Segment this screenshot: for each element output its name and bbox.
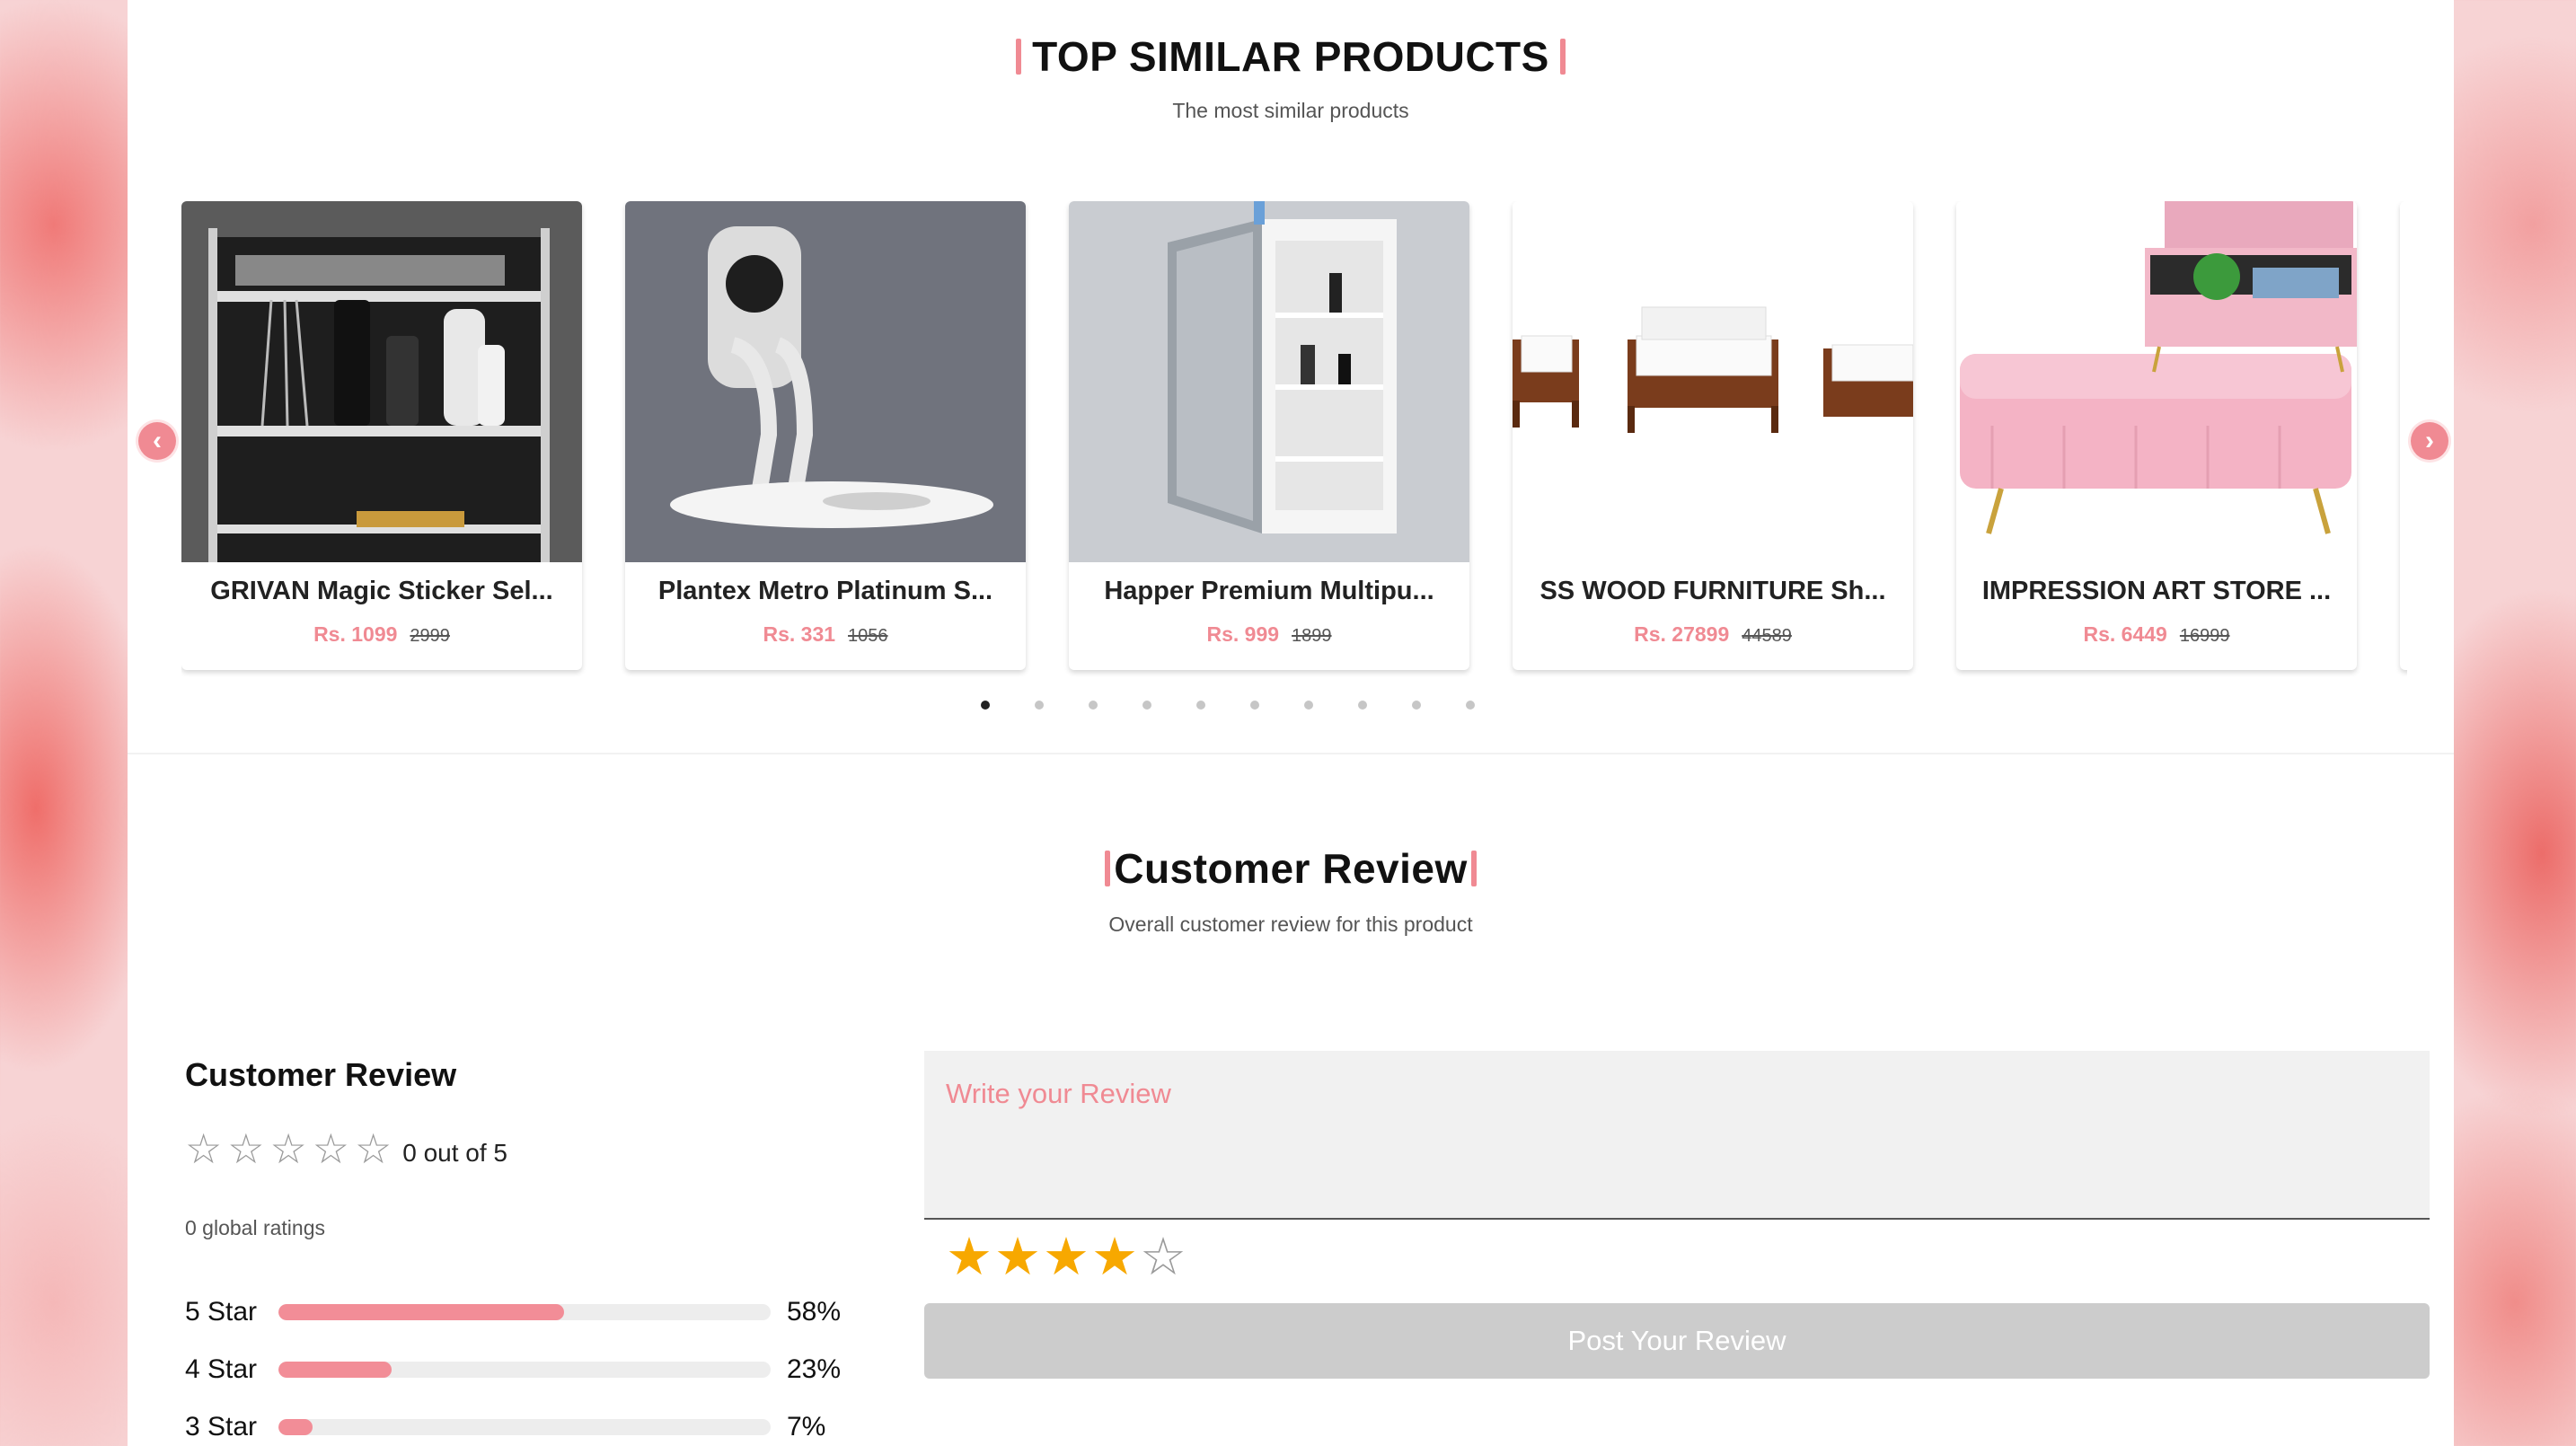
rating-row-label: 4 Star [185,1354,258,1384]
customer-review-subtitle: Overall customer review for this product [1108,913,1473,936]
carousel-dot[interactable] [1250,701,1259,710]
customer-review-title-wrap: Customer Review [1105,844,1477,893]
rating-distribution: 5 Star 58% 4 Star 23% 3 Star 7% [185,1283,886,1446]
product-price: Rs. 331 [763,622,836,646]
rating-summary: Customer Review ☆ ☆ ☆ ☆ ☆ 0 out of 5 0 g… [185,1056,886,1446]
star-empty-icon: ☆ [355,1125,393,1172]
similar-products-title: TOP SIMILAR PRODUCTS [1032,33,1549,80]
product-old-price: 44589 [1742,626,1792,646]
similar-products-title-wrap: TOP SIMILAR PRODUCTS [1016,32,1566,81]
write-review-form: ★★★★☆ Post Your Review [924,1051,2430,1379]
carousel-prev-button[interactable]: ‹ [138,422,176,460]
similar-products-header: TOP SIMILAR PRODUCTS The most similar pr… [128,32,2454,123]
product-price: Rs. 999 [1206,622,1280,646]
product-image-shower-caddy[interactable] [181,201,582,562]
carousel-dot[interactable] [981,701,990,710]
rating-row-bar [278,1362,771,1378]
carousel-track: GRIVAN Magic Sticker Sel... Rs. 1099 2999 [181,201,2407,677]
rating-row-percent: 23% [787,1354,842,1384]
rating-row-bar-fill [278,1304,564,1320]
carousel-dot[interactable] [1196,701,1205,710]
product-image-soap-dish[interactable] [625,201,1026,562]
carousel-dot[interactable] [1466,701,1475,710]
carousel-dot[interactable] [1089,701,1098,710]
review-star-rating[interactable]: ★ ★ ★ ★ ☆ [924,1231,2430,1283]
global-ratings-count: 0 global ratings [185,1216,325,1239]
product-price-row: Rs. 1099 2999 [181,622,582,647]
rating-out-of: 0 out of 5 [402,1139,508,1167]
product-card[interactable]: Plantex Metro Platinum S... Rs. 331 1056 [625,201,1026,670]
rating-distribution-row: 5 Star 58% [185,1283,886,1341]
customer-review-header: Customer Review Overall customer review … [128,844,2454,937]
carousel-dot[interactable] [1035,701,1044,710]
average-rating-stars: ☆ ☆ ☆ ☆ ☆ 0 out of 5 [185,1128,886,1169]
product-card-partial [2400,201,2407,670]
rating-distribution-row: 3 Star 7% [185,1398,886,1446]
carousel-next-button[interactable]: › [2411,422,2448,460]
chevron-right-icon: › [2425,426,2434,455]
product-image-storage-ottoman[interactable] [1956,201,2357,562]
product-name[interactable]: IMPRESSION ART STORE ... [1956,577,2357,606]
product-card[interactable]: SS WOOD FURNITURE Sh... Rs. 27899 44589 [1513,201,1913,670]
product-image-sofa-set[interactable] [1513,201,1913,562]
page: TOP SIMILAR PRODUCTS The most similar pr… [128,0,2454,1446]
title-accent-bar [1016,39,1022,75]
product-price-row: Rs. 331 1056 [625,622,1026,647]
carousel-dot[interactable] [1304,701,1313,710]
star-filled-icon[interactable]: ★ [994,1231,1041,1283]
similar-products-carousel: GRIVAN Magic Sticker Sel... Rs. 1099 2999 [128,201,2454,677]
carousel-dot[interactable] [1142,701,1151,710]
carousel-dots [128,701,2454,710]
product-price: Rs. 6449 [2083,622,2167,646]
product-price: Rs. 1099 [313,622,398,646]
title-accent-bar [1470,851,1477,886]
review-textarea[interactable] [924,1051,2430,1220]
product-card[interactable]: Happer Premium Multipu... Rs. 999 1899 [1069,201,1469,670]
product-price-row: Rs. 999 1899 [1069,622,1469,647]
star-filled-icon[interactable]: ★ [1091,1231,1138,1283]
post-review-button[interactable]: Post Your Review [924,1303,2430,1379]
rating-row-bar-fill [278,1419,313,1435]
product-card[interactable]: GRIVAN Magic Sticker Sel... Rs. 1099 2999 [181,201,582,670]
customer-review-title: Customer Review [1114,845,1468,892]
star-empty-icon: ☆ [312,1125,349,1172]
rating-distribution-row: 4 Star 23% [185,1341,886,1398]
product-old-price: 1056 [848,626,888,646]
product-image-mirror-cabinet[interactable] [1069,201,1469,562]
product-name[interactable]: Plantex Metro Platinum S... [625,577,1026,606]
title-accent-bar [1105,851,1111,886]
carousel-dot[interactable] [1358,701,1367,710]
product-old-price: 16999 [2179,626,2230,646]
product-old-price: 2999 [410,626,450,646]
product-name[interactable]: Happer Premium Multipu... [1069,577,1469,606]
carousel-dot[interactable] [1412,701,1421,710]
section-divider [128,753,2454,754]
product-name[interactable]: SS WOOD FURNITURE Sh... [1513,577,1913,606]
rating-summary-title: Customer Review [185,1056,457,1093]
product-card[interactable]: IMPRESSION ART STORE ... Rs. 6449 16999 [1956,201,2357,670]
similar-products-subtitle: The most similar products [1172,99,1409,122]
rating-row-label: 5 Star [185,1297,258,1327]
star-empty-icon[interactable]: ☆ [1140,1231,1187,1283]
rating-row-bar [278,1304,771,1320]
product-price: Rs. 27899 [1634,622,1730,646]
star-empty-icon: ☆ [227,1125,265,1172]
rating-row-percent: 58% [787,1297,842,1327]
title-accent-bar [1559,39,1566,75]
rating-row-label: 3 Star [185,1412,258,1442]
star-filled-icon[interactable]: ★ [1043,1231,1090,1283]
product-price-row: Rs. 27899 44589 [1513,622,1913,647]
chevron-left-icon: ‹ [153,426,162,455]
product-price-row: Rs. 6449 16999 [1956,622,2357,647]
rating-row-percent: 7% [787,1412,826,1442]
star-filled-icon[interactable]: ★ [946,1231,992,1283]
rating-row-bar-fill [278,1362,393,1378]
rating-row-bar [278,1419,771,1435]
product-old-price: 1899 [1292,626,1332,646]
star-empty-icon: ☆ [185,1125,223,1172]
star-empty-icon: ☆ [269,1125,307,1172]
product-name[interactable]: GRIVAN Magic Sticker Sel... [181,577,582,606]
